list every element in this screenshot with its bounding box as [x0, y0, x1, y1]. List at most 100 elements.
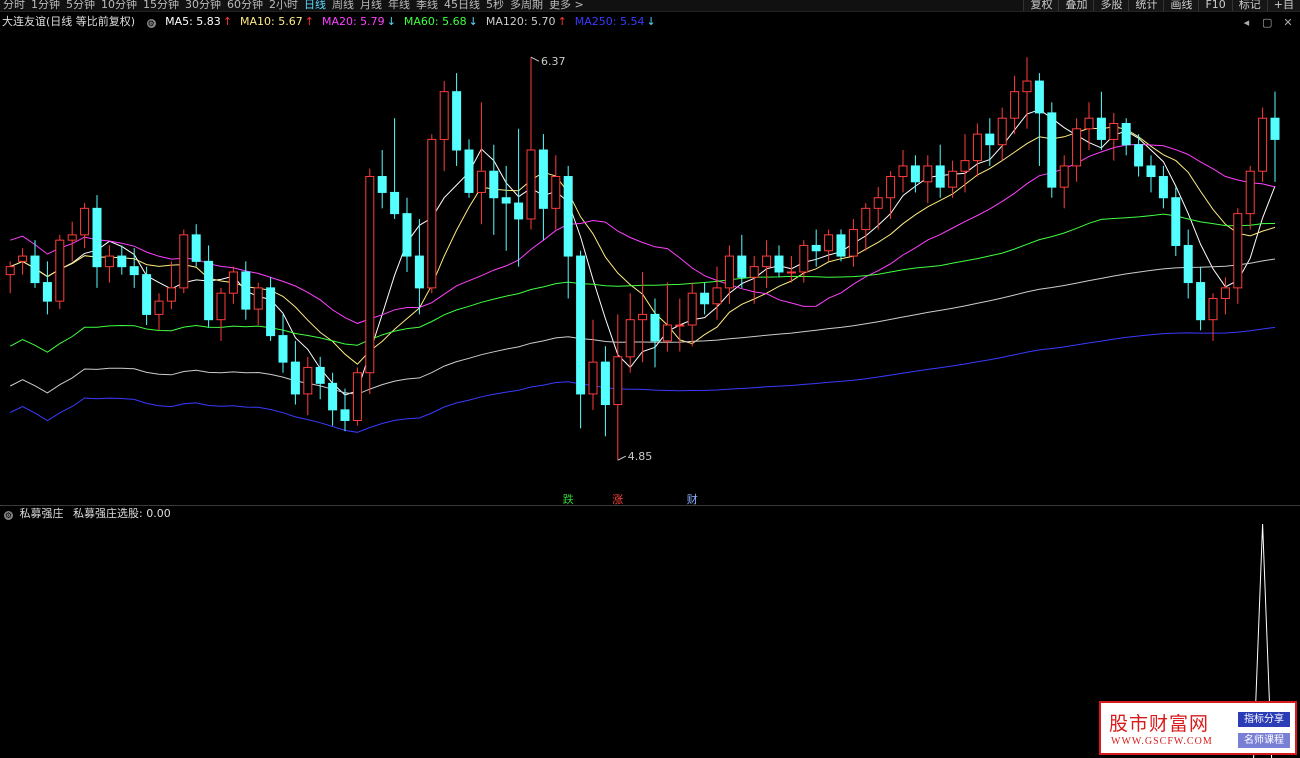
- candle[interactable]: [365, 168, 375, 394]
- candle[interactable]: [774, 245, 784, 278]
- tool-button-7[interactable]: +自: [1266, 0, 1300, 11]
- candle[interactable]: [824, 229, 834, 262]
- arrow-left-icon[interactable]: ◂: [1240, 17, 1252, 29]
- candle[interactable]: [1072, 118, 1082, 182]
- tool-button-6[interactable]: 标记: [1231, 0, 1267, 11]
- close-icon[interactable]: ✕: [1282, 17, 1294, 29]
- candle[interactable]: [600, 346, 610, 437]
- candle[interactable]: [997, 107, 1007, 161]
- more-periods-button[interactable]: 更多 >: [546, 0, 587, 11]
- candle[interactable]: [117, 245, 127, 275]
- candle[interactable]: [960, 134, 970, 193]
- candlestick-chart[interactable]: 6.37 4.85 跌 涨 财: [0, 30, 1300, 505]
- candle[interactable]: [762, 240, 772, 288]
- candle[interactable]: [427, 134, 437, 294]
- candle[interactable]: [576, 250, 586, 429]
- candle[interactable]: [179, 229, 189, 294]
- tool-button-0[interactable]: 复权: [1023, 0, 1059, 11]
- candle[interactable]: [1183, 229, 1193, 299]
- candle[interactable]: [191, 224, 201, 267]
- candle[interactable]: [588, 319, 598, 410]
- candle[interactable]: [898, 150, 908, 193]
- candle[interactable]: [1245, 165, 1255, 230]
- candle[interactable]: [129, 248, 139, 288]
- candle[interactable]: [1109, 112, 1119, 161]
- candle[interactable]: [352, 367, 362, 426]
- candle[interactable]: [142, 266, 152, 326]
- tool-button-2[interactable]: 多股: [1093, 0, 1129, 11]
- candle[interactable]: [1270, 91, 1280, 182]
- tool-button-1[interactable]: 叠加: [1058, 0, 1094, 11]
- candle[interactable]: [80, 203, 90, 249]
- sub-settings-dot-icon[interactable]: ⚙: [4, 511, 13, 520]
- candle[interactable]: [526, 57, 536, 230]
- candle[interactable]: [390, 118, 400, 219]
- candle[interactable]: [377, 150, 387, 209]
- period-tab-0[interactable]: 分时: [0, 0, 28, 11]
- period-tab-12[interactable]: 季线: [413, 0, 441, 11]
- candle[interactable]: [67, 221, 77, 262]
- candle[interactable]: [290, 340, 300, 405]
- tool-button-3[interactable]: 统计: [1128, 0, 1164, 11]
- candle[interactable]: [315, 356, 325, 400]
- period-tab-5[interactable]: 30分钟: [182, 0, 224, 11]
- candle[interactable]: [910, 155, 920, 193]
- candle[interactable]: [1047, 102, 1057, 198]
- candle[interactable]: [452, 73, 462, 166]
- period-tab-8[interactable]: 日线: [301, 0, 329, 11]
- candle[interactable]: [737, 234, 747, 288]
- candle[interactable]: [662, 282, 672, 352]
- candle[interactable]: [848, 218, 858, 267]
- period-tab-1[interactable]: 1分钟: [28, 0, 63, 11]
- candle[interactable]: [1010, 75, 1020, 135]
- candle[interactable]: [92, 195, 102, 288]
- candle[interactable]: [278, 314, 288, 373]
- candle[interactable]: [538, 134, 548, 241]
- candle[interactable]: [886, 171, 896, 219]
- candle[interactable]: [266, 277, 276, 341]
- candle[interactable]: [687, 282, 697, 347]
- candle[interactable]: [5, 261, 15, 294]
- candle[interactable]: [935, 144, 945, 198]
- candle[interactable]: [1171, 187, 1181, 257]
- candle[interactable]: [1121, 118, 1131, 156]
- candle[interactable]: [1034, 73, 1044, 166]
- candle[interactable]: [1096, 91, 1106, 151]
- period-tab-14[interactable]: 5秒: [483, 0, 507, 11]
- period-tab-10[interactable]: 月线: [357, 0, 385, 11]
- tool-button-5[interactable]: F10: [1198, 0, 1232, 11]
- maximize-icon[interactable]: ▢: [1261, 17, 1273, 29]
- candle[interactable]: [1233, 208, 1243, 304]
- candle[interactable]: [104, 245, 114, 283]
- candle[interactable]: [625, 293, 635, 373]
- candle[interactable]: [216, 287, 226, 341]
- candle[interactable]: [985, 118, 995, 166]
- candle[interactable]: [563, 165, 573, 299]
- period-tab-13[interactable]: 45日线: [441, 0, 483, 11]
- candle[interactable]: [1258, 107, 1268, 182]
- candle[interactable]: [1208, 293, 1218, 341]
- candle[interactable]: [923, 155, 933, 204]
- candle[interactable]: [1146, 155, 1156, 193]
- candle[interactable]: [464, 139, 474, 198]
- period-tab-6[interactable]: 60分钟: [224, 0, 266, 11]
- candle[interactable]: [836, 229, 846, 262]
- period-tab-7[interactable]: 2小时: [266, 0, 301, 11]
- candle[interactable]: [228, 266, 238, 304]
- candle[interactable]: [811, 229, 821, 267]
- panel-divider[interactable]: [0, 505, 1300, 506]
- candle[interactable]: [303, 356, 313, 416]
- candle[interactable]: [861, 203, 871, 251]
- candle[interactable]: [402, 197, 412, 272]
- candle[interactable]: [551, 155, 561, 230]
- period-tab-11[interactable]: 年线: [385, 0, 413, 11]
- candle[interactable]: [55, 234, 65, 310]
- candle[interactable]: [1196, 266, 1206, 331]
- candle[interactable]: [613, 314, 623, 461]
- period-tab-4[interactable]: 15分钟: [140, 0, 182, 11]
- candle[interactable]: [1158, 165, 1168, 209]
- period-tab-3[interactable]: 10分钟: [98, 0, 140, 11]
- candle[interactable]: [1084, 102, 1094, 151]
- candle[interactable]: [724, 245, 734, 304]
- candle[interactable]: [972, 123, 982, 177]
